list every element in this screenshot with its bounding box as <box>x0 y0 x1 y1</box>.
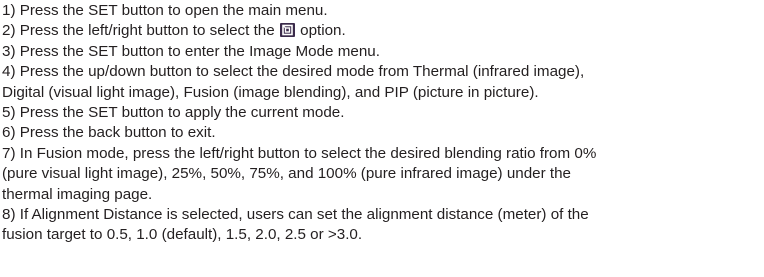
step-1-line-1: 1) Press the SET button to open the main… <box>2 2 328 19</box>
step-4-line-2: Digital (visual light image), Fusion (im… <box>2 83 539 101</box>
step-1: 1) Press the SET button to open the main… <box>2 1 762 21</box>
step-2: 2) Press the left/right button to select… <box>2 21 762 41</box>
step-6: 6) Press the back button to exit. <box>2 123 762 143</box>
step-4-line-1: 4) Press the up/down button to select th… <box>2 63 585 81</box>
step-8-line-2: fusion target to 0.5, 1.0 (default), 1.5… <box>2 226 363 244</box>
step-7-line-1: 7) In Fusion mode, press the left/right … <box>2 144 597 162</box>
step-7: 7) In Fusion mode, press the left/right … <box>2 144 762 205</box>
step-2-text-before-icon: 2) Press the left/right button to select… <box>2 22 279 40</box>
step-2-text-after-icon: option. <box>295 22 346 40</box>
step-8-line-1: 8) If Alignment Distance is selected, us… <box>2 206 589 224</box>
step-3-line-1: 3) Press the SET button to enter the Ima… <box>2 42 380 60</box>
step-8: 8) If Alignment Distance is selected, us… <box>2 205 762 246</box>
step-3: 3) Press the SET button to enter the Ima… <box>2 42 762 62</box>
image-mode-icon <box>279 23 295 38</box>
step-5-line-1: 5) Press the SET button to apply the cur… <box>2 104 345 122</box>
instruction-list: 1) Press the SET button to open the main… <box>2 1 762 246</box>
step-7-line-3: thermal imaging page. <box>2 185 153 203</box>
step-4: 4) Press the up/down button to select th… <box>2 62 762 103</box>
step-7-line-2: (pure visual light image), 25%, 50%, 75%… <box>2 165 572 183</box>
step-5: 5) Press the SET button to apply the cur… <box>2 103 762 123</box>
step-6-line-1: 6) Press the back button to exit. <box>2 124 216 142</box>
